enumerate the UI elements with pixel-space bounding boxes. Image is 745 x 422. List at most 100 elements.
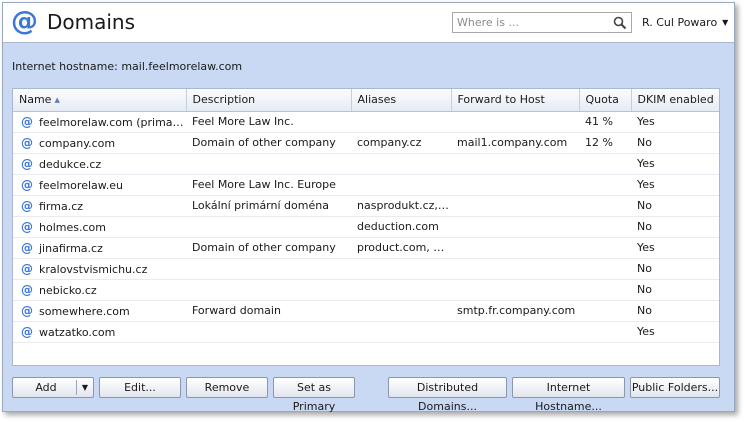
cell-quota: [579, 195, 631, 217]
cell-aliases: product.com, oth...: [351, 237, 451, 259]
set-as-primary-button[interactable]: Set as Primary: [273, 377, 355, 413]
column-header-description[interactable]: Description: [186, 89, 352, 112]
cell-dkim: No: [631, 300, 719, 322]
cell-forward: smtp.fr.company.com: [451, 300, 579, 322]
remove-button[interactable]: Remove: [186, 377, 268, 398]
cell-aliases: [351, 300, 451, 322]
at-sign-logo-icon: @: [11, 6, 38, 37]
domain-name-cell: @ feelmorelaw.com (primary): [13, 111, 186, 133]
table-row[interactable]: @ feelmorelaw.com (primary) Feel More Law …: [13, 111, 719, 133]
table-row[interactable]: @ holmes.com deduction.com No: [13, 216, 719, 238]
edit-button[interactable]: Edit...: [99, 377, 181, 398]
table-header-row: Name ▲ Description Aliases Forward to Hos…: [13, 89, 719, 112]
domain-icon: @: [21, 303, 33, 318]
cell-quota: 12 %: [579, 132, 631, 154]
cell-dkim: Yes: [631, 321, 719, 343]
domain-name: jinafirma.cz: [39, 241, 103, 255]
domain-name-cell: @ watzatko.com: [13, 321, 186, 343]
cell-forward: [451, 153, 579, 175]
domain-name-cell: @ company.com: [13, 132, 186, 154]
user-name: R. Cul Powaro: [642, 16, 718, 29]
table-row[interactable]: @ kralovstvismichu.cz No: [13, 258, 719, 280]
domain-name-cell: @ feelmorelaw.eu: [13, 174, 186, 196]
cell-forward: [451, 321, 579, 343]
internet-hostname-label: Internet hostname: mail.feelmorelaw.com: [12, 60, 243, 73]
domain-name: kralovstvismichu.cz: [39, 262, 148, 276]
cell-description: Feel More Law Inc.: [186, 111, 351, 133]
cell-description: [186, 258, 351, 280]
table-row[interactable]: @ watzatko.com Yes: [13, 321, 719, 343]
cell-description: Domain of other company: [186, 237, 351, 259]
cell-description: [186, 216, 351, 238]
domain-name-cell: @ dedukce.cz: [13, 153, 186, 175]
domain-name: firma.cz: [39, 199, 84, 213]
cell-description: Feel More Law Inc. Europe: [186, 174, 351, 196]
domain-name: feelmorelaw.eu: [39, 178, 123, 192]
table-row[interactable]: @ somewhere.com Forward domain smtp.fr.comp…: [13, 300, 719, 322]
cell-description: Lokální primární doména: [186, 195, 351, 217]
cell-forward: [451, 279, 579, 301]
domain-name-cell: @ firma.cz: [13, 195, 186, 217]
cell-aliases: [351, 321, 451, 343]
cell-quota: [579, 300, 631, 322]
domain-icon: @: [21, 177, 33, 192]
table-row[interactable]: @ dedukce.cz Yes: [13, 153, 719, 175]
cell-aliases: [351, 153, 451, 175]
cell-aliases: deduction.com: [351, 216, 451, 238]
table-row[interactable]: @ firma.cz Lokální primární doména nasprodu…: [13, 195, 719, 217]
domain-name-cell: @ somewhere.com: [13, 300, 186, 322]
cell-aliases: nasprodukt.cz, fi...: [351, 195, 451, 217]
add-button[interactable]: Add ▼: [12, 377, 94, 398]
cell-quota: [579, 321, 631, 343]
public-folders-button[interactable]: Public Folders...: [630, 377, 720, 398]
column-header-aliases[interactable]: Aliases: [351, 89, 452, 112]
search-box[interactable]: [452, 12, 632, 33]
cell-quota: [579, 258, 631, 280]
domain-name: company.com: [39, 136, 116, 150]
table-row[interactable]: @ jinafirma.cz Domain of other company prod…: [13, 237, 719, 259]
column-header-name[interactable]: Name ▲: [13, 89, 187, 112]
page-title: Domains: [47, 10, 136, 34]
domains-window: @ Domains R. Cul Powaro ▼ Internet hostna…: [2, 2, 735, 413]
cell-dkim: No: [631, 216, 719, 238]
domain-icon: @: [21, 324, 33, 339]
chevron-down-icon[interactable]: ▼: [82, 378, 88, 397]
search-input[interactable]: [453, 13, 603, 32]
cell-quota: [579, 216, 631, 238]
user-menu[interactable]: R. Cul Powaro ▼: [642, 16, 728, 29]
domain-icon: @: [21, 135, 33, 150]
table-row[interactable]: @ nebicko.cz No: [13, 279, 719, 301]
sort-ascending-icon: ▲: [54, 96, 60, 105]
cell-description: [186, 279, 351, 301]
cell-forward: [451, 216, 579, 238]
header-bar: @ Domains R. Cul Powaro ▼: [3, 3, 734, 43]
cell-dkim: Yes: [631, 174, 719, 196]
table-row[interactable]: @ feelmorelaw.eu Feel More Law Inc. Europe…: [13, 174, 719, 196]
cell-dkim: Yes: [631, 111, 719, 133]
search-icon[interactable]: [613, 16, 627, 30]
column-header-forward-to-host[interactable]: Forward to Host: [451, 89, 580, 112]
distributed-domains-button[interactable]: Distributed Domains...: [388, 377, 507, 413]
cell-forward: [451, 111, 579, 133]
domain-icon: @: [21, 261, 33, 276]
domain-name-cell: @ jinafirma.cz: [13, 237, 186, 259]
domain-icon: @: [21, 198, 33, 213]
column-header-quota[interactable]: Quota: [579, 89, 632, 112]
cell-forward: mail1.company.com: [451, 132, 579, 154]
cell-description: Forward domain: [186, 300, 351, 322]
cell-dkim: No: [631, 132, 719, 154]
cell-dkim: No: [631, 279, 719, 301]
domain-name-cell: @ nebicko.cz: [13, 279, 186, 301]
internet-hostname-button[interactable]: Internet Hostname...: [512, 377, 625, 413]
domain-name: watzatko.com: [39, 325, 116, 339]
cell-aliases: [351, 279, 451, 301]
cell-quota: [579, 174, 631, 196]
column-header-dkim-enabled[interactable]: DKIM enabled: [631, 89, 719, 112]
cell-quota: [579, 279, 631, 301]
table-row[interactable]: @ company.com Domain of other company compa…: [13, 132, 719, 154]
cell-aliases: company.cz: [351, 132, 451, 154]
cell-aliases: [351, 174, 451, 196]
cell-description: [186, 153, 351, 175]
domain-name: dedukce.cz: [39, 157, 102, 171]
domain-icon: @: [21, 114, 33, 129]
